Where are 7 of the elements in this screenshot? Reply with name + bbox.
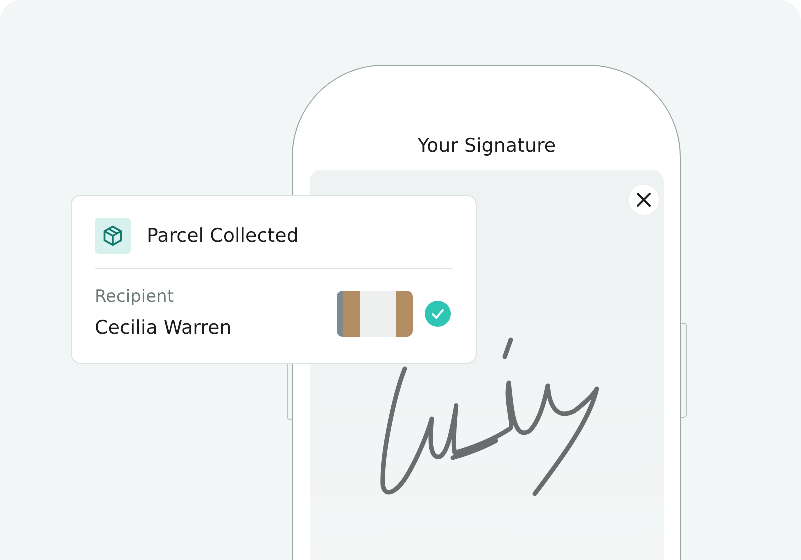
- screen-title: Your Signature: [416, 134, 558, 159]
- close-button[interactable]: [629, 185, 659, 215]
- recipient-name: Cecilia Warren: [95, 316, 233, 341]
- package-icon: [95, 218, 131, 254]
- close-icon: [637, 193, 651, 207]
- recipient-label: Recipient: [95, 286, 175, 309]
- card-title: Parcel Collected: [147, 225, 299, 247]
